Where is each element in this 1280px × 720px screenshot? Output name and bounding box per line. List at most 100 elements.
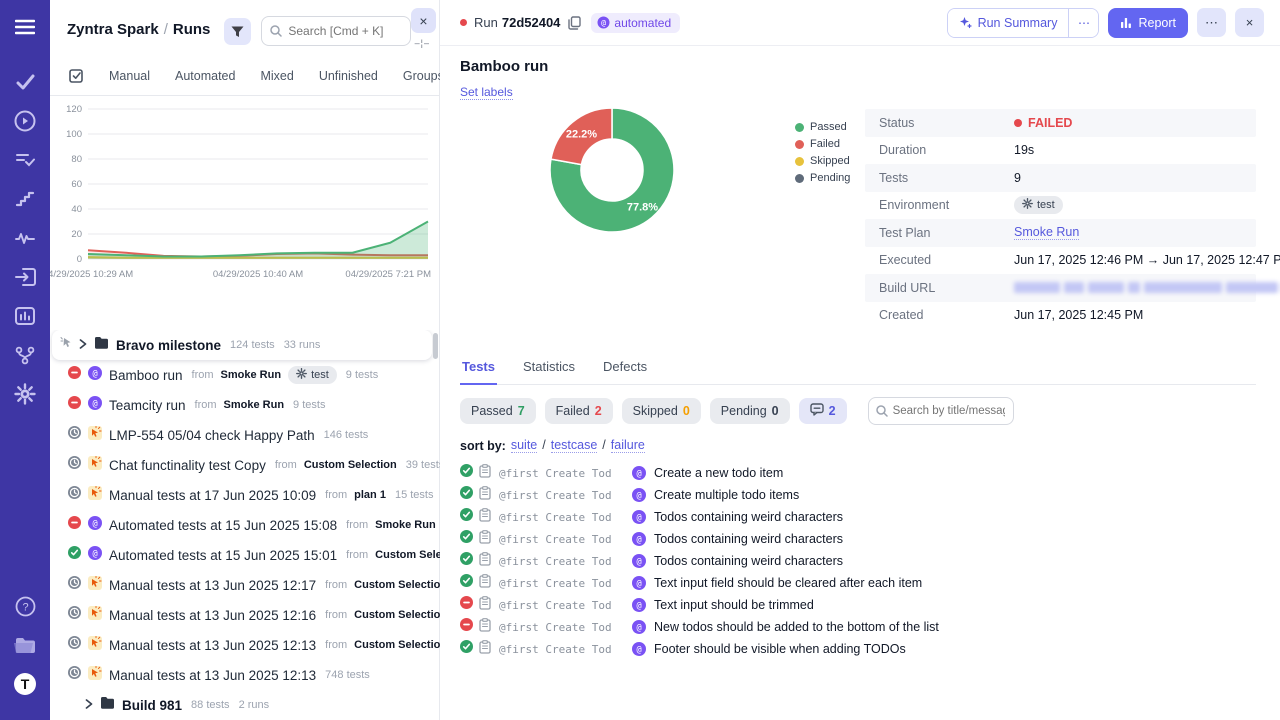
test-row[interactable]: @first Create Todos...@Todos containing … (460, 528, 1256, 550)
panel-close-button[interactable]: × (411, 8, 436, 33)
breadcrumb-project[interactable]: Zyntra Spark (67, 21, 159, 38)
settings-gear-icon[interactable] (12, 381, 38, 407)
sign-in-icon[interactable] (12, 264, 38, 290)
run-summary-more-button[interactable]: ⋯ (1068, 9, 1098, 37)
filter-button[interactable] (224, 18, 251, 45)
folder-row[interactable]: Build 98188 tests2 runs (50, 690, 440, 720)
run-list-item[interactable]: @Bamboo runfromSmoke Runtest9 tests (50, 360, 440, 390)
runs-tab-manual[interactable]: Manual (109, 69, 150, 83)
run-plan-name: Smoke Run (375, 519, 436, 531)
branches-icon[interactable] (12, 342, 38, 368)
environment-badge[interactable]: test (1014, 196, 1063, 214)
run-list-item[interactable]: @Automated tests at 15 Jun 2025 15:08fro… (50, 510, 440, 540)
chevron-right-icon[interactable] (79, 336, 87, 354)
run-list-item[interactable]: LMP-554 05/04 check Happy Path146 tests (50, 420, 440, 450)
steps-icon[interactable] (12, 186, 38, 212)
run-plan-name: Custom Selection (354, 639, 440, 651)
filter-failed-button[interactable]: Failed2 (545, 398, 613, 424)
check-icon[interactable] (12, 69, 38, 95)
run-list-item[interactable]: Manual tests at 13 Jun 2025 12:13748 tes… (50, 660, 440, 690)
test-plan-link[interactable]: Smoke Run (1014, 225, 1079, 240)
passed-icon (460, 552, 473, 565)
test-row[interactable]: @first Create Todos...@New todos should … (460, 616, 1256, 638)
test-row[interactable]: @first Create Todos...@Text input field … (460, 572, 1256, 594)
select-runs-icon[interactable] (69, 68, 84, 83)
set-labels-link[interactable]: Set labels (460, 85, 513, 100)
play-circle-icon[interactable] (12, 108, 38, 134)
finished-icon (68, 576, 81, 594)
list-check-icon[interactable] (12, 147, 38, 173)
manual-run-icon (88, 486, 102, 505)
menu-icon[interactable] (12, 14, 38, 40)
runs-search-input[interactable] (288, 24, 400, 38)
donut-svg: 77.8%22.2% (545, 105, 679, 237)
manual-run-icon (88, 666, 102, 680)
projects-folder-icon[interactable] (12, 632, 38, 658)
run-list-item[interactable]: @Automated tests at 15 Jun 2025 15:01fro… (50, 540, 440, 570)
run-from-label: from (325, 609, 347, 621)
runs-tab-automated[interactable]: Automated (175, 69, 235, 83)
filter-skipped-button[interactable]: Skipped0 (622, 398, 701, 424)
comments-icon (810, 403, 824, 419)
run-list-item[interactable]: Manual tests at 17 Jun 2025 10:09frompla… (50, 480, 440, 510)
filter-passed-button[interactable]: Passed7 (460, 398, 536, 424)
run-detail-header: Run 72d52404 @automated Run Summary ⋯ Re… (440, 0, 1280, 46)
filter-pending-button[interactable]: Pending0 (710, 398, 790, 424)
svg-text:@: @ (92, 369, 97, 379)
test-title: Footer should be visible when adding TOD… (654, 642, 906, 656)
run-label: Run (474, 15, 498, 30)
help-circle-icon[interactable]: ? (12, 593, 38, 619)
run-summary-button[interactable]: Run Summary (948, 9, 1069, 37)
scrollbar-thumb[interactable] (433, 333, 438, 359)
test-row[interactable]: @first Create Todos...@Todos containing … (460, 506, 1256, 528)
tests-search[interactable] (868, 397, 1014, 425)
legend-dot (795, 174, 804, 183)
runs-tab-groups[interactable]: Groups (403, 69, 444, 83)
sort-by-failure-link[interactable]: failure (611, 438, 645, 453)
test-row[interactable]: @first Create Todos...@Create multiple t… (460, 484, 1256, 506)
automated-run-icon: @ (632, 620, 646, 634)
clipboard-icon (479, 552, 491, 571)
environment-badge[interactable]: test (288, 366, 337, 384)
automated-run-icon: @ (88, 516, 102, 535)
logo-t-icon[interactable]: T (12, 671, 38, 697)
runs-tab-mixed[interactable]: Mixed (260, 69, 293, 83)
run-details-table: StatusFAILEDDuration19sTests9Environment… (865, 109, 1256, 329)
copy-run-id-button[interactable] (568, 16, 581, 30)
chevron-right-icon (85, 699, 93, 709)
failed-icon (68, 516, 81, 529)
run-list-item[interactable]: Chat functinality test CopyfromCustom Se… (50, 450, 440, 480)
test-row[interactable]: @first Create Todos...@Create a new todo… (460, 462, 1256, 484)
runs-tab-unfinished[interactable]: Unfinished (319, 69, 378, 83)
bar-chart-icon[interactable] (12, 303, 38, 329)
detail-label: Duration (879, 143, 1014, 157)
run-list-item[interactable]: Manual tests at 13 Jun 2025 12:16fromCus… (50, 600, 440, 630)
folder-row[interactable]: Bravo milestone124 tests33 runs (52, 330, 432, 360)
sort-by-suite-link[interactable]: suite (511, 438, 537, 453)
tab-defects[interactable]: Defects (601, 353, 649, 384)
report-button[interactable]: Report (1108, 8, 1188, 38)
automated-run-icon: @ (88, 396, 102, 410)
tests-search-input[interactable] (893, 405, 1005, 417)
sort-by-testcase-link[interactable]: testcase (551, 438, 598, 453)
activity-icon[interactable] (12, 225, 38, 251)
panel-resize-icon[interactable]: ‒¦‒ (415, 38, 430, 48)
run-tests-count: 146 tests (324, 429, 369, 441)
svg-text:60: 60 (71, 179, 82, 190)
test-row[interactable]: @first Create Todos...@Todos containing … (460, 550, 1256, 572)
run-list-item[interactable]: Manual tests at 13 Jun 2025 12:17fromCus… (50, 570, 440, 600)
close-run-button[interactable]: × (1235, 8, 1264, 37)
chevron-right-icon[interactable] (85, 696, 93, 714)
run-list-item[interactable]: Manual tests at 13 Jun 2025 12:13fromCus… (50, 630, 440, 660)
runs-search[interactable] (261, 16, 411, 46)
more-actions-button[interactable]: ⋯ (1197, 8, 1226, 37)
comments-filter-button[interactable]: 2 (799, 398, 847, 424)
automated-badge[interactable]: @automated (591, 13, 680, 33)
tab-tests[interactable]: Tests (460, 353, 497, 385)
automated-test-icon: @ (632, 642, 646, 656)
run-title: Bamboo run (109, 368, 183, 383)
run-list-item[interactable]: @Teamcity runfromSmoke Run9 tests (50, 390, 440, 420)
test-row[interactable]: @first Create Todos...@Footer should be … (460, 638, 1256, 660)
test-row[interactable]: @first Create Todos...@Text input should… (460, 594, 1256, 616)
tab-statistics[interactable]: Statistics (521, 353, 577, 384)
